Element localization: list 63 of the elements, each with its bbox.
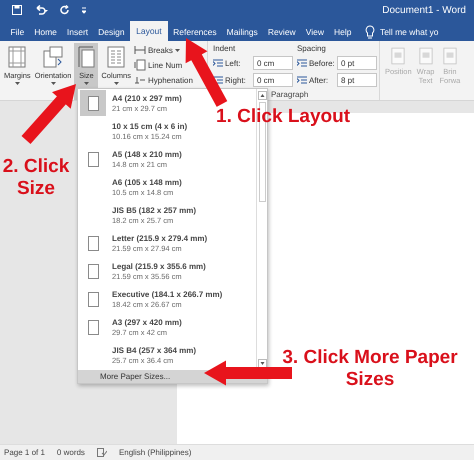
ribbon-button[interactable]: Breaks bbox=[134, 45, 180, 55]
ribbon-tab[interactable]: Layout bbox=[130, 21, 168, 41]
ribbon-tab[interactable]: View bbox=[301, 23, 328, 41]
arrange-icon bbox=[442, 47, 457, 65]
annotation-text: 1. Click Layout bbox=[216, 106, 350, 128]
columns-icon bbox=[105, 45, 128, 69]
redo-icon[interactable] bbox=[60, 5, 70, 15]
breaks-icon bbox=[134, 45, 146, 55]
margins-icon bbox=[6, 45, 28, 69]
spin-field[interactable]: 0 cm bbox=[252, 56, 293, 70]
save-icon[interactable] bbox=[12, 5, 22, 15]
ribbon-tab[interactable]: Review bbox=[263, 23, 300, 41]
arrow bbox=[22, 84, 76, 144]
proofing-icon[interactable] bbox=[96, 448, 107, 457]
word-count: 0 words bbox=[56, 448, 85, 457]
hyphenation-icon bbox=[134, 75, 146, 85]
scroll-down-icon[interactable] bbox=[258, 359, 266, 368]
line-numbers-icon bbox=[134, 59, 146, 71]
lightbulb-icon[interactable] bbox=[364, 25, 375, 39]
paper-icon bbox=[88, 236, 98, 250]
paper-icon bbox=[88, 292, 98, 306]
group-heading: Indent bbox=[212, 44, 236, 53]
field-label: Right: bbox=[224, 76, 247, 84]
ribbon-tab[interactable]: Home bbox=[30, 23, 62, 41]
spin-field[interactable]: 8 pt bbox=[336, 73, 377, 87]
dropdown-icon bbox=[174, 48, 180, 52]
caret-icon bbox=[114, 82, 119, 85]
paper-icon bbox=[88, 152, 98, 166]
indent-icon bbox=[296, 58, 307, 68]
indent-icon bbox=[212, 58, 223, 68]
ribbon-tab[interactable]: References bbox=[168, 23, 222, 41]
page-count: Page 1 of 1 bbox=[4, 448, 45, 457]
customize-icon[interactable] bbox=[82, 6, 86, 14]
annotation-text: 3. Click More Paper Sizes bbox=[281, 347, 459, 391]
tell-me-field[interactable]: Tell me what yo bbox=[380, 23, 439, 41]
ribbon-button[interactable]: Line Num bbox=[134, 59, 182, 71]
field-label: Left: bbox=[224, 58, 242, 68]
group-heading: Spacing bbox=[296, 44, 327, 53]
paper-icon bbox=[88, 96, 98, 110]
language: English (Philippines) bbox=[118, 448, 192, 457]
arrange-icon bbox=[391, 47, 406, 65]
ribbon-tab[interactable]: Design bbox=[94, 23, 130, 41]
caret-icon bbox=[84, 82, 89, 85]
group-label: Paragraph bbox=[270, 90, 308, 99]
field-label: After: bbox=[308, 76, 330, 84]
spin-field[interactable]: 0 pt bbox=[336, 56, 377, 70]
scroll-up-icon[interactable] bbox=[258, 91, 266, 100]
annotation-text: 2. Click Size bbox=[2, 156, 70, 200]
field-label: Before: bbox=[308, 58, 335, 68]
ribbon-tab[interactable]: File bbox=[6, 23, 29, 41]
arrange-icon bbox=[418, 47, 433, 65]
ribbon-button[interactable]: Hyphenation bbox=[134, 75, 193, 85]
window-title: Document1 - Word bbox=[382, 4, 466, 16]
paper-icon bbox=[88, 320, 98, 334]
spin-field[interactable]: 0 cm bbox=[252, 73, 293, 87]
undo-icon[interactable] bbox=[34, 5, 48, 15]
ribbon-tab[interactable]: Help bbox=[329, 23, 356, 41]
ribbon-tab[interactable]: Insert bbox=[62, 23, 93, 41]
paper-icon bbox=[88, 264, 98, 278]
ribbon-tab[interactable]: Mailings bbox=[222, 23, 262, 41]
orientation-icon bbox=[42, 45, 64, 69]
indent-icon bbox=[296, 76, 307, 84]
caret-icon bbox=[14, 82, 20, 85]
